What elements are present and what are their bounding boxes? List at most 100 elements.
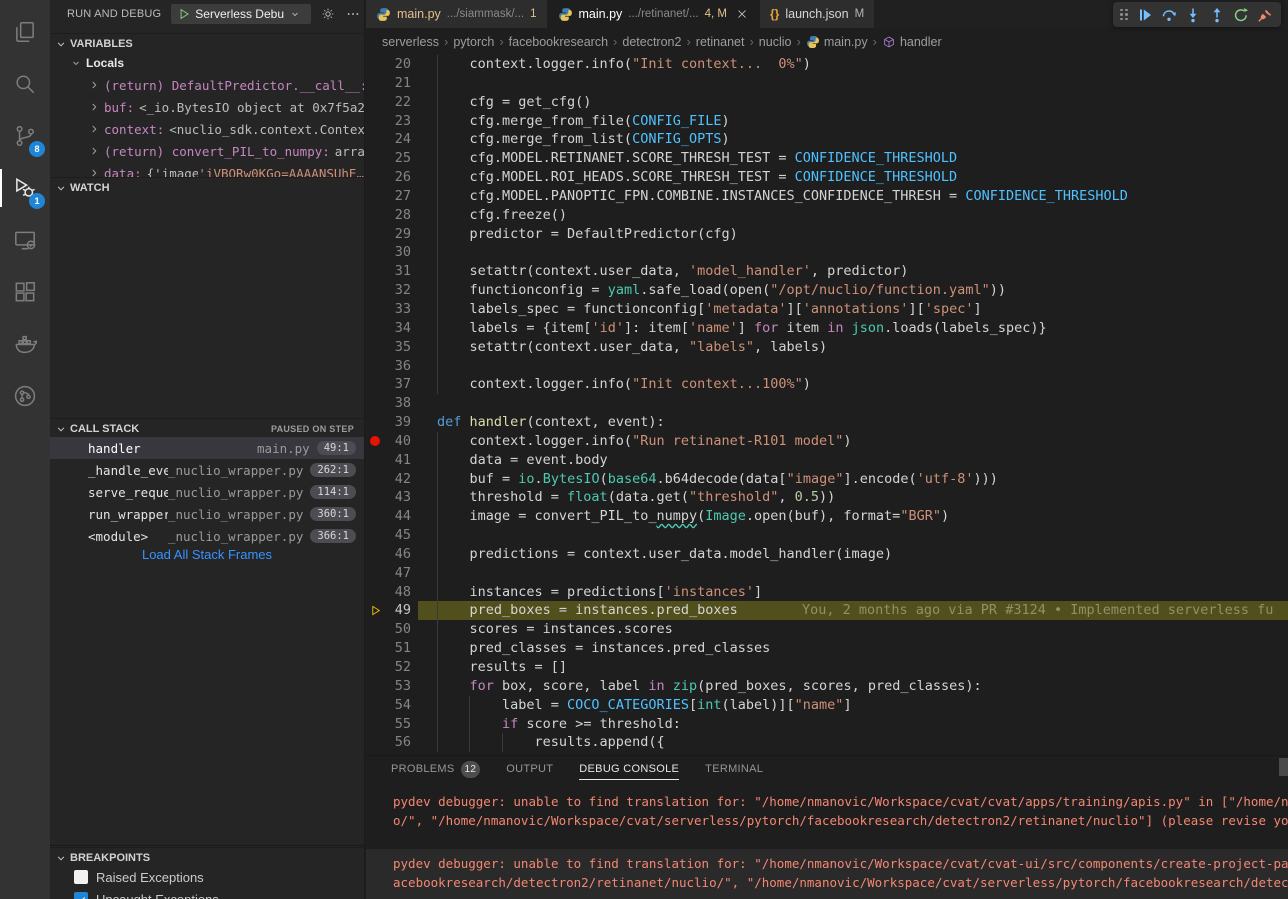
panel-scrollbar[interactable]: [1279, 758, 1288, 776]
code-line-49[interactable]: 49 pred_boxes = instances.pred_boxesYou,…: [366, 601, 1288, 620]
code-line-38[interactable]: 38: [366, 394, 1288, 413]
code-line-23[interactable]: 23 cfg.merge_from_file(CONFIG_FILE): [366, 112, 1288, 131]
code-line-24[interactable]: 24 cfg.merge_from_list(CONFIG_OPTS): [366, 130, 1288, 149]
launch-config-dropdown[interactable]: Serverless Debu: [171, 4, 311, 24]
code-line-22[interactable]: 22 cfg = get_cfg(): [366, 93, 1288, 112]
code-line-34[interactable]: 34 labels = {item['id']: item['name'] fo…: [366, 319, 1288, 338]
code-line-32[interactable]: 32 functionconfig = yaml.safe_load(open(…: [366, 281, 1288, 300]
variables-scope[interactable]: Locals: [50, 52, 364, 74]
breakpoints-pane-header[interactable]: BREAKPOINTS: [50, 847, 364, 867]
tab-main.py[interactable]: main.py.../retinanet/...4, M: [548, 0, 760, 28]
code-line-44[interactable]: 44 image = convert_PIL_to_numpy(Image.op…: [366, 507, 1288, 526]
breadcrumb-facebookresearch[interactable]: facebookresearch: [509, 35, 608, 49]
breadcrumb-detectron2[interactable]: detectron2: [622, 35, 681, 49]
panel-tab-output[interactable]: OUTPUT: [506, 763, 553, 780]
tab-launch.json[interactable]: {}launch.jsonM: [760, 0, 875, 28]
code-editor[interactable]: 20 context.logger.info("Init context... …: [366, 55, 1288, 755]
more-actions-icon[interactable]: [345, 5, 361, 23]
variable-row[interactable]: (return) DefaultPredictor.__call__:{'ins…: [50, 74, 364, 96]
restart-button[interactable]: [1229, 4, 1253, 26]
code-line-37[interactable]: 37 context.logger.info("Init context...1…: [366, 375, 1288, 394]
line-number: 28: [366, 206, 411, 225]
variable-row[interactable]: data:{'image': 'iVBORw0KGo=AAAANSUhE…: [50, 162, 364, 177]
activity-search[interactable]: [0, 58, 50, 110]
code-line-52[interactable]: 52 results = []: [366, 658, 1288, 677]
stack-frame[interactable]: <module>_nuclio_wrapper.py366:1: [50, 525, 364, 547]
tab-main.py[interactable]: main.py.../siammask/...1: [366, 0, 548, 28]
activity-docker[interactable]: [0, 318, 50, 370]
breadcrumb-nuclio[interactable]: nuclio: [759, 35, 792, 49]
code-line-20[interactable]: 20 context.logger.info("Init context... …: [366, 55, 1288, 74]
code-line-54[interactable]: 54 label = COCO_CATEGORIES[int(label)]["…: [366, 696, 1288, 715]
code-line-31[interactable]: 31 setattr(context.user_data, 'model_han…: [366, 262, 1288, 281]
code-line-27[interactable]: 27 cfg.MODEL.PANOPTIC_FPN.COMBINE.INSTAN…: [366, 187, 1288, 206]
step-out-button[interactable]: [1205, 4, 1229, 26]
code-line-39[interactable]: 39def handler(context, event):: [366, 413, 1288, 432]
start-debug-icon[interactable]: [177, 7, 191, 21]
breadcrumb-serverless[interactable]: serverless: [382, 35, 439, 49]
code-line-47[interactable]: 47: [366, 564, 1288, 583]
continue-button[interactable]: [1133, 4, 1157, 26]
step-into-button[interactable]: [1181, 4, 1205, 26]
activity-pull-requests[interactable]: [0, 370, 50, 422]
variable-row[interactable]: context:<nuclio_sdk.context.Context obje…: [50, 118, 364, 140]
variable-row[interactable]: buf:<_io.BytesIO object at 0x7f5a2dc1ecc…: [50, 96, 364, 118]
code-line-50[interactable]: 50 scores = instances.scores: [366, 620, 1288, 639]
watch-pane-header[interactable]: WATCH: [50, 177, 364, 197]
activity-extensions[interactable]: [0, 266, 50, 318]
activity-run-and-debug[interactable]: 1: [0, 162, 50, 214]
console-message[interactable]: pydev debugger: unable to find translati…: [366, 849, 1288, 899]
code-line-41[interactable]: 41 data = event.body: [366, 451, 1288, 470]
breakpoint-row[interactable]: Raised Exceptions: [50, 866, 364, 888]
code-line-21[interactable]: 21: [366, 74, 1288, 93]
code-line-25[interactable]: 25 cfg.MODEL.RETINANET.SCORE_THRESH_TEST…: [366, 149, 1288, 168]
checkbox-unchecked[interactable]: [74, 870, 88, 884]
code-line-26[interactable]: 26 cfg.MODEL.ROI_HEADS.SCORE_THRESH_TEST…: [366, 168, 1288, 187]
activity-source-control[interactable]: 8: [0, 110, 50, 162]
close-tab-icon[interactable]: [735, 7, 749, 21]
code-line-45[interactable]: 45: [366, 526, 1288, 545]
load-all-stack-frames-link[interactable]: Load All Stack Frames: [50, 547, 364, 562]
gear-icon[interactable]: [320, 5, 336, 23]
stack-frame[interactable]: run_wrapper_nuclio_wrapper.py360:1: [50, 503, 364, 525]
code-line-28[interactable]: 28 cfg.freeze(): [366, 206, 1288, 225]
panel-tab-debug-console[interactable]: DEBUG CONSOLE: [579, 763, 679, 780]
panel-tab-terminal[interactable]: TERMINAL: [705, 763, 763, 780]
step-over-button[interactable]: [1157, 4, 1181, 26]
code-line-33[interactable]: 33 labels_spec = functionconfig['metadat…: [366, 300, 1288, 319]
breakpoint-row[interactable]: Uncaught Exceptions: [50, 888, 364, 899]
code-line-55[interactable]: 55 if score >= threshold:: [366, 715, 1288, 734]
code-line-29[interactable]: 29 predictor = DefaultPredictor(cfg): [366, 225, 1288, 244]
code-line-56[interactable]: 56 results.append({: [366, 733, 1288, 752]
call-stack-pane-header[interactable]: CALL STACK PAUSED ON STEP: [50, 418, 364, 438]
breadcrumb-handler[interactable]: handler: [882, 35, 942, 49]
code-line-51[interactable]: 51 pred_classes = instances.pred_classes: [366, 639, 1288, 658]
code-line-36[interactable]: 36: [366, 357, 1288, 376]
code-line-43[interactable]: 43 threshold = float(data.get("threshold…: [366, 488, 1288, 507]
toolbar-drag-handle[interactable]: [1120, 9, 1128, 21]
code-line-46[interactable]: 46 predictions = context.user_data.model…: [366, 545, 1288, 564]
breadcrumb-pytorch[interactable]: pytorch: [453, 35, 494, 49]
panel-tab-problems[interactable]: PROBLEMS12: [391, 761, 480, 783]
console-message[interactable]: pydev debugger: unable to find translati…: [366, 787, 1288, 837]
code-line-40[interactable]: 40 context.logger.info("Run retinanet-R1…: [366, 432, 1288, 451]
activity-remote-explorer[interactable]: [0, 214, 50, 266]
code-line-35[interactable]: 35 setattr(context.user_data, "labels", …: [366, 338, 1288, 357]
activity-explorer[interactable]: [0, 6, 50, 58]
breadcrumb-main.py[interactable]: main.py: [806, 35, 868, 49]
console-line: o/", "/home/nmanovic/Workspace/cvat/serv…: [393, 811, 1288, 830]
code-text: labels = {item['id']: item['name'] for i…: [437, 319, 1047, 338]
code-line-30[interactable]: 30: [366, 243, 1288, 262]
breadcrumb-retinanet[interactable]: retinanet: [696, 35, 745, 49]
stack-frame[interactable]: _handle_event_nuclio_wrapper.py262:1: [50, 459, 364, 481]
checkbox-checked[interactable]: [74, 892, 88, 899]
disconnect-button[interactable]: [1253, 4, 1277, 26]
code-line-42[interactable]: 42 buf = io.BytesIO(base64.b64decode(dat…: [366, 470, 1288, 489]
stack-frame[interactable]: handlermain.py49:1: [50, 437, 364, 459]
code-line-48[interactable]: 48 instances = predictions['instances']: [366, 583, 1288, 602]
variable-row[interactable]: (return) convert_PIL_to_numpy:array([[[ …: [50, 140, 364, 162]
code-line-53[interactable]: 53 for box, score, label in zip(pred_box…: [366, 677, 1288, 696]
variables-pane-header[interactable]: VARIABLES: [50, 33, 364, 53]
stack-frame[interactable]: serve_requests_nuclio_wrapper.py114:1: [50, 481, 364, 503]
line-number: 32: [366, 281, 411, 300]
